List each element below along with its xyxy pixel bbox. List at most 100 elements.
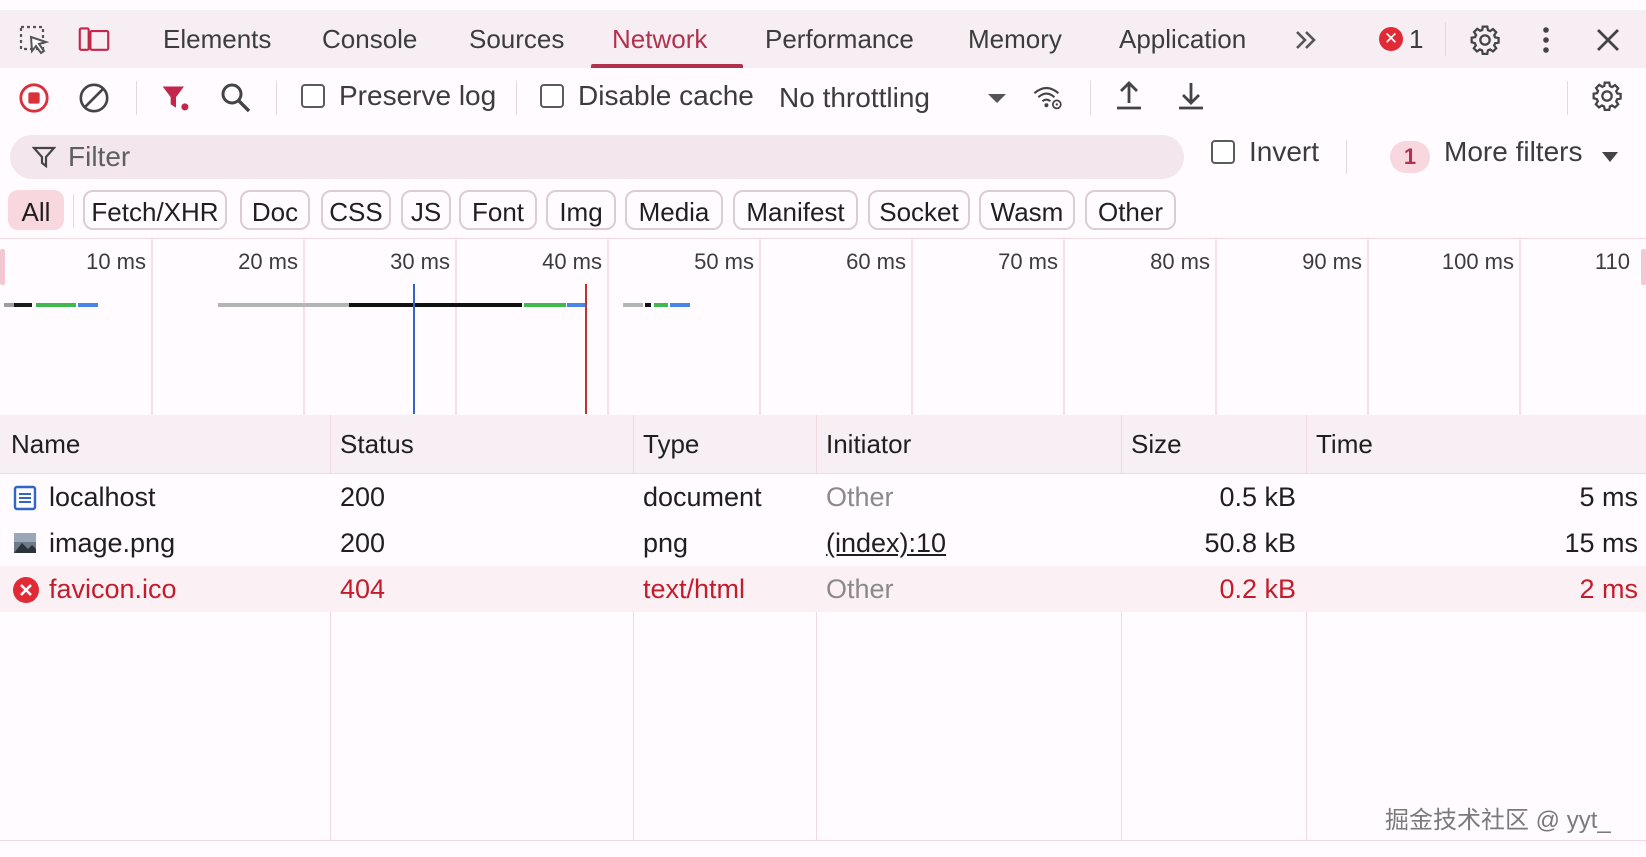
more-filters-caret-icon[interactable] — [1600, 150, 1620, 169]
table-row[interactable]: favicon.ico 404 text/html Other 0.2 kB 2… — [0, 566, 1646, 612]
panel-tab-bar: Elements Console Sources Network Perform… — [0, 10, 1646, 68]
grid-line — [607, 239, 609, 415]
table-row[interactable]: image.png 200 png (index):10 50.8 kB 15 … — [0, 520, 1646, 566]
invert-label: Invert — [1249, 136, 1320, 167]
clear-icon[interactable] — [78, 82, 110, 114]
request-status: 200 — [340, 528, 386, 558]
error-icon — [12, 576, 40, 609]
divider — [73, 194, 74, 228]
tick-label: 100 ms — [1441, 249, 1514, 274]
request-type: text/html — [643, 574, 746, 604]
error-count: 1 — [1409, 23, 1424, 54]
waterfall-bar-download — [670, 303, 690, 307]
waterfall-bar-ttfb — [36, 303, 76, 307]
waterfall-bar-queue — [623, 303, 643, 307]
invert-checkbox[interactable]: Invert — [1211, 136, 1319, 168]
column-header-status[interactable]: Status — [340, 415, 414, 473]
divider — [1346, 140, 1347, 174]
request-type: png — [643, 528, 689, 558]
waterfall-bar-ttfb — [524, 303, 566, 307]
more-filters-count-badge: 1 — [1390, 141, 1430, 173]
request-time: 15 ms — [1564, 528, 1638, 558]
image-icon — [13, 532, 37, 559]
close-icon[interactable] — [1592, 24, 1624, 56]
grid-line — [911, 239, 913, 415]
device-toolbar-icon[interactable] — [78, 24, 110, 56]
more-filters-button[interactable]: More filters — [1444, 136, 1582, 168]
column-header-name[interactable]: Name — [11, 415, 80, 473]
preserve-log-label: Preserve log — [339, 80, 497, 111]
request-name[interactable]: localhost — [49, 474, 156, 520]
tab-performance[interactable]: Performance — [765, 10, 914, 68]
tab-elements[interactable]: Elements — [163, 10, 271, 68]
request-status: 404 — [340, 574, 386, 604]
table-row[interactable]: localhost 200 document Other 0.5 kB 5 ms — [0, 474, 1646, 520]
chip-manifest[interactable]: Manifest — [733, 190, 858, 230]
waterfall-bar-queue — [4, 303, 14, 307]
more-tabs-chevron-icon[interactable] — [1290, 24, 1322, 56]
chip-all[interactable]: All — [8, 190, 64, 230]
chip-fetch-xhr[interactable]: Fetch/XHR — [83, 190, 227, 230]
chip-socket[interactable]: Socket — [868, 190, 970, 230]
waterfall-bar-waiting — [14, 303, 32, 307]
network-settings-gear-icon[interactable] — [1591, 80, 1623, 112]
waterfall-bar-download — [78, 303, 98, 307]
chip-img[interactable]: Img — [546, 190, 616, 230]
filter-funnel-outline-icon — [32, 145, 56, 169]
checkbox-box[interactable] — [540, 84, 564, 108]
settings-gear-icon[interactable] — [1469, 24, 1501, 56]
checkbox-box[interactable] — [301, 84, 325, 108]
watermark: 掘金技术社区 @ yyt_ — [1385, 807, 1611, 834]
request-name[interactable]: favicon.ico — [49, 566, 177, 612]
column-header-initiator[interactable]: Initiator — [826, 415, 911, 473]
export-har-download-icon[interactable] — [1175, 80, 1207, 112]
chip-font[interactable]: Font — [459, 190, 537, 230]
preserve-log-checkbox[interactable]: Preserve log — [301, 80, 496, 112]
overview-right-handle[interactable] — [1641, 249, 1646, 285]
tab-memory[interactable]: Memory — [968, 10, 1062, 68]
column-header-time[interactable]: Time — [1316, 415, 1373, 473]
network-conditions-icon[interactable] — [1032, 82, 1064, 114]
import-har-upload-icon[interactable] — [1113, 80, 1145, 112]
devtools-window: Elements Console Sources Network Perform… — [0, 0, 1646, 857]
throttling-select[interactable]: No throttling — [779, 68, 930, 128]
tick-label: 60 ms — [846, 249, 906, 274]
divider — [276, 81, 277, 115]
tab-network[interactable]: Network — [612, 10, 707, 68]
dropdown-caret-icon[interactable] — [981, 82, 1013, 114]
chip-wasm[interactable]: Wasm — [979, 190, 1075, 230]
tab-sources[interactable]: Sources — [469, 10, 564, 68]
tab-console[interactable]: Console — [322, 10, 417, 68]
chip-media[interactable]: Media — [625, 190, 723, 230]
divider — [1090, 81, 1091, 115]
checkbox-box[interactable] — [1211, 140, 1235, 164]
chip-css[interactable]: CSS — [321, 190, 391, 230]
request-name[interactable]: image.png — [49, 520, 175, 566]
filter-funnel-icon[interactable] — [160, 82, 192, 114]
request-size: 50.8 kB — [1204, 528, 1296, 558]
request-initiator-link[interactable]: (index):10 — [826, 520, 946, 566]
column-header-size[interactable]: Size — [1131, 415, 1182, 473]
disable-cache-checkbox[interactable]: Disable cache — [540, 80, 754, 112]
column-header-type[interactable]: Type — [643, 415, 699, 473]
overview-left-handle[interactable] — [0, 249, 5, 285]
inspect-element-icon[interactable] — [18, 24, 50, 56]
grid-line — [1063, 239, 1065, 415]
tick-label: 10 ms — [86, 249, 146, 274]
chip-js[interactable]: JS — [401, 190, 451, 230]
more-filters-label: More filters — [1444, 136, 1583, 167]
document-icon — [13, 485, 37, 516]
error-count-badge[interactable]: ✕ 1 — [1379, 24, 1423, 54]
more-options-kebab-icon[interactable] — [1530, 24, 1562, 56]
stop-recording-icon[interactable] — [18, 82, 50, 114]
chip-other[interactable]: Other — [1085, 190, 1176, 230]
filter-input[interactable]: Filter — [10, 135, 1184, 179]
tick-label: 90 ms — [1302, 249, 1362, 274]
requests-table-header: Name Status Type Initiator Size Time — [0, 415, 1646, 474]
chip-doc[interactable]: Doc — [240, 190, 310, 230]
disable-cache-label: Disable cache — [578, 80, 754, 111]
divider — [1445, 22, 1446, 56]
tab-application[interactable]: Application — [1119, 10, 1246, 68]
search-icon[interactable] — [220, 82, 252, 114]
timeline-overview[interactable]: 10 ms 20 ms 30 ms 40 ms 50 ms 60 ms 70 m… — [0, 238, 1646, 416]
